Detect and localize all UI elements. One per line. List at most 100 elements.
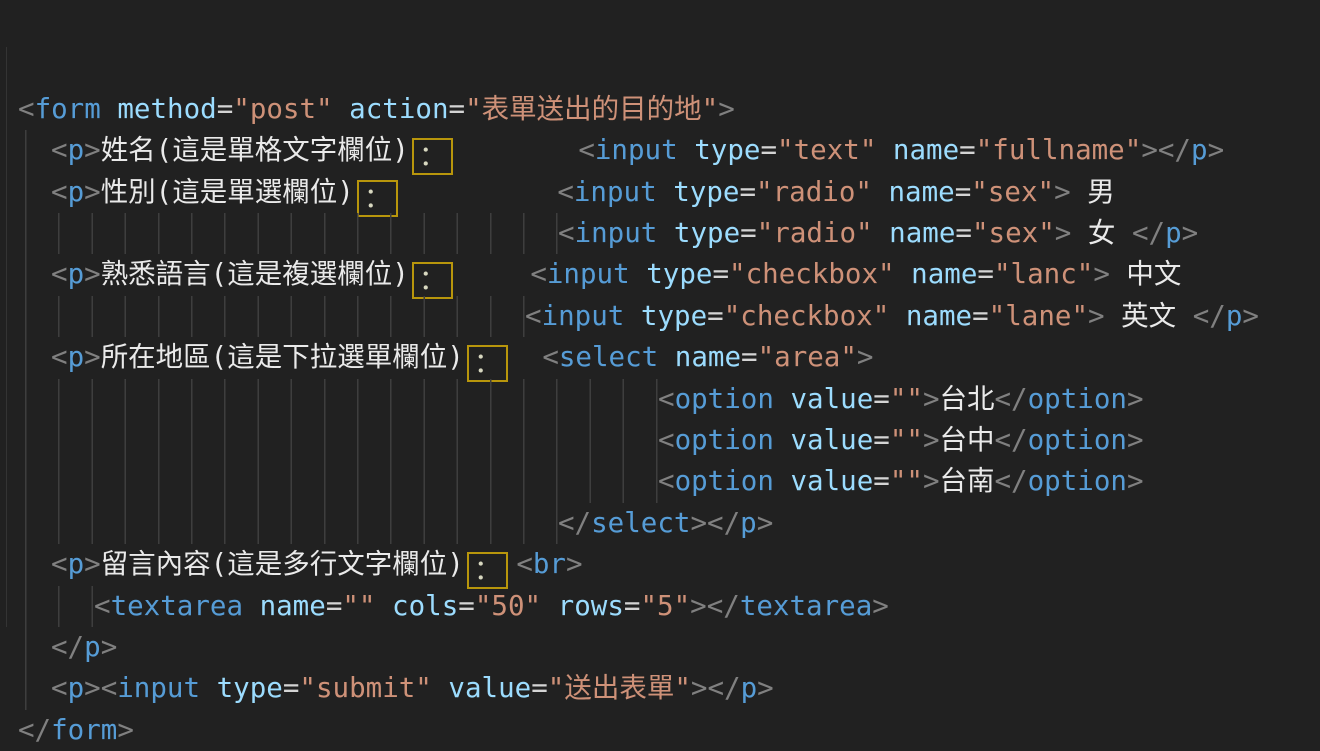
indent-guides: [18, 379, 658, 420]
token-punctuation: <: [658, 465, 675, 497]
token-punctuation: >: [1208, 134, 1225, 166]
token-punctuation: >: [84, 258, 101, 290]
token-punctuation: >: [84, 341, 101, 373]
token-string: "lanc": [994, 258, 1093, 290]
token-punctuation: <: [530, 258, 547, 290]
code-line-14[interactable]: </p>: [18, 627, 1320, 668]
token-punctuation: <: [51, 134, 68, 166]
token-punctuation: </: [1132, 217, 1165, 249]
token-attribute: name: [876, 134, 959, 166]
spacer: [457, 254, 530, 295]
token-punctuation: >: [757, 507, 774, 539]
token-operator: =: [217, 93, 234, 125]
token-operator: =: [712, 258, 729, 290]
token-operator: =: [972, 300, 989, 332]
token-punctuation: </: [707, 507, 740, 539]
token-string: "5": [640, 590, 690, 622]
token-punctuation: >: [690, 507, 707, 539]
token-string: "post": [233, 93, 332, 125]
code-line-10[interactable]: <option value="">台南</option>: [18, 461, 1320, 502]
unicode-highlight-box: ：: [467, 552, 509, 589]
indent-guides: [18, 503, 558, 544]
token-tag: option: [1028, 424, 1127, 456]
token-operator: =: [624, 590, 641, 622]
token-attribute: name: [873, 217, 956, 249]
token-punctuation: <: [516, 548, 533, 580]
token-punctuation: >: [872, 590, 889, 622]
token-string: "area": [758, 341, 857, 373]
token-tag: input: [575, 217, 658, 249]
token-punctuation: <: [18, 93, 35, 125]
unicode-highlight-box: ：: [357, 180, 399, 217]
token-text: 中文: [1110, 258, 1182, 290]
token-punctuation: >: [1182, 217, 1199, 249]
token-operator: =: [760, 134, 777, 166]
token-punctuation: >: [1054, 176, 1071, 208]
token-tag: p: [68, 134, 85, 166]
code-line-3[interactable]: <p>性別(這是單選欄位)：<input type="radio" name="…: [18, 172, 1320, 213]
token-tag: form: [51, 714, 117, 746]
code-line-1[interactable]: <form method="post" action="表單送出的目的地">: [18, 89, 1320, 130]
token-punctuation: >: [1093, 258, 1110, 290]
token-tag: input: [574, 176, 657, 208]
code-line-9[interactable]: <option value="">台中</option>: [18, 420, 1320, 461]
token-string: "sex": [971, 176, 1054, 208]
code-line-5[interactable]: <p>熟悉語言(這是複選欄位)：<input type="checkbox" n…: [18, 254, 1320, 295]
token-attribute: cols: [376, 590, 459, 622]
code-editor[interactable]: <form method="post" action="表單送出的目的地"><p…: [0, 0, 1320, 681]
token-tag: p: [1226, 300, 1243, 332]
token-punctuation: >: [84, 548, 101, 580]
token-operator: =: [739, 176, 756, 208]
token-string: "radio": [756, 176, 872, 208]
code-line-4[interactable]: <input type="radio" name="sex"> 女 </p>: [18, 213, 1320, 254]
code-line-16[interactable]: </form>: [18, 710, 1320, 751]
token-attribute: type: [657, 176, 740, 208]
code-line-15[interactable]: <p><input type="submit" value="送出表單"></p…: [18, 668, 1320, 709]
code-line-11[interactable]: </select></p>: [18, 503, 1320, 544]
token-punctuation: <: [51, 548, 68, 580]
token-punctuation: >: [1242, 300, 1259, 332]
token-attribute: type: [630, 258, 713, 290]
token-operator: =: [283, 672, 300, 704]
token-attribute: type: [624, 300, 707, 332]
token-tag: option: [1028, 465, 1127, 497]
code-line-13[interactable]: <textarea name="" cols="50" rows="5"></t…: [18, 586, 1320, 627]
code-line-8[interactable]: <option value="">台北</option>: [18, 379, 1320, 420]
token-string: "": [890, 465, 923, 497]
token-operator: =: [531, 672, 548, 704]
token-punctuation: </: [18, 714, 51, 746]
token-punctuation: </: [707, 590, 740, 622]
token-tag: textarea: [111, 590, 243, 622]
code-line-6[interactable]: <input type="checkbox" name="lane"> 英文 <…: [18, 296, 1320, 337]
token-text: 留言內容(這是多行文字欄位): [101, 548, 464, 580]
code-line-7[interactable]: <p>所在地區(這是下拉選單欄位)：<select name="area">: [18, 337, 1320, 378]
token-operator: =: [977, 258, 994, 290]
token-tag: select: [559, 341, 658, 373]
token-operator: =: [959, 134, 976, 166]
token-tag: p: [741, 672, 758, 704]
token-operator: =: [458, 590, 475, 622]
token-attribute: name: [243, 590, 326, 622]
token-attribute: rows: [541, 590, 624, 622]
token-tag: p: [68, 176, 85, 208]
token-punctuation: </: [995, 424, 1028, 456]
token-punctuation: <: [51, 341, 68, 373]
code-line-2[interactable]: <p>姓名(這是單格文字欄位)：<input type="text" name=…: [18, 130, 1320, 171]
unicode-highlight-box: ：: [412, 138, 454, 175]
token-text: 熟悉語言(這是複選欄位): [101, 258, 409, 290]
token-attribute: name: [872, 176, 955, 208]
token-punctuation: <: [658, 383, 675, 415]
indent-guides: [18, 627, 51, 668]
token-punctuation: </: [707, 672, 740, 704]
token-string: "送出表單": [548, 672, 691, 704]
code-line-12[interactable]: <p>留言內容(這是多行文字欄位)：<br>: [18, 544, 1320, 585]
token-punctuation: >: [1127, 383, 1144, 415]
token-tag: p: [68, 341, 85, 373]
token-punctuation: >: [1088, 300, 1105, 332]
indent-guide-line: [6, 47, 7, 627]
token-punctuation: <: [658, 424, 675, 456]
token-attribute: type: [678, 134, 761, 166]
token-tag: p: [1191, 134, 1208, 166]
unicode-highlight-box: ：: [467, 345, 509, 382]
token-text: 男: [1071, 176, 1115, 208]
